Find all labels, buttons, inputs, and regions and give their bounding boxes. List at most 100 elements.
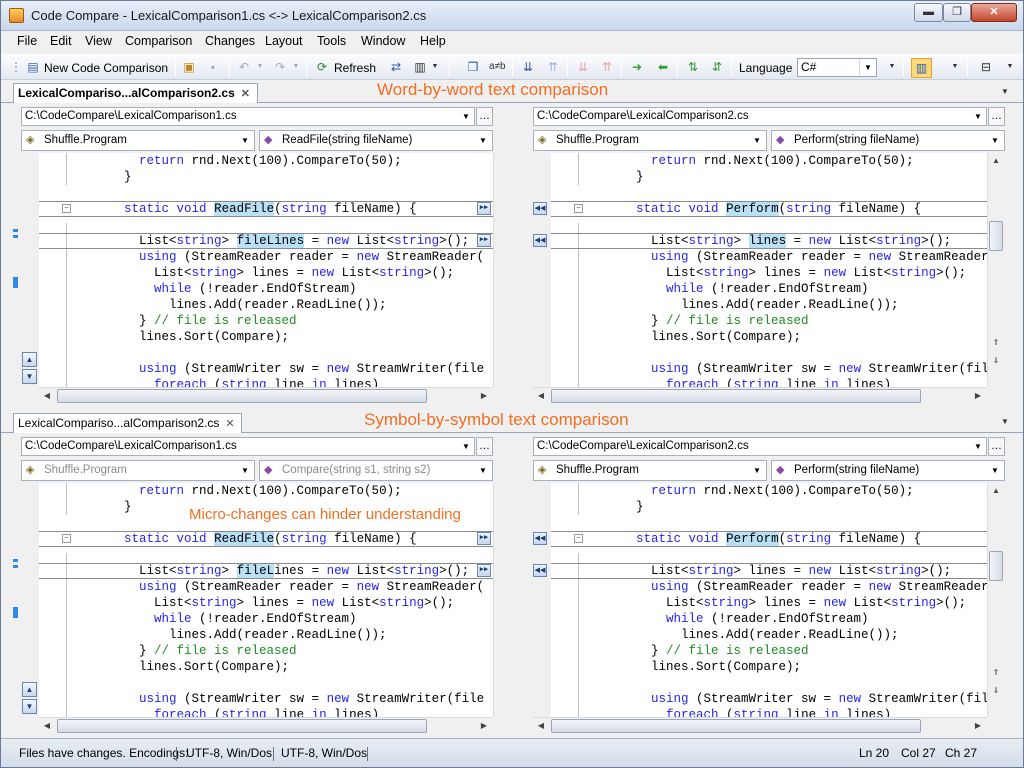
report-icon[interactable]: ▥ bbox=[413, 60, 427, 74]
swap-icon[interactable]: ⇄ bbox=[389, 60, 403, 74]
scroll-thumb[interactable] bbox=[57, 389, 427, 403]
right-code-editor[interactable]: − return rnd.Next(100).CompareTo(50); } … bbox=[551, 153, 987, 387]
scroll-left-icon[interactable]: ◀ bbox=[533, 388, 549, 404]
right-file-path[interactable]: C:\CodeCompare\LexicalComparison2.cs ▼ bbox=[533, 437, 987, 456]
tab-comparison[interactable]: LexicalCompariso...alComparison2.cs ✕ bbox=[13, 413, 243, 434]
next-conflict-icon[interactable]: ⇊ bbox=[576, 60, 590, 74]
chevron-down-icon[interactable]: ▼ bbox=[476, 131, 490, 150]
left-horizontal-scrollbar[interactable]: ◀ ▶ bbox=[39, 387, 493, 404]
tab-list-chevron-icon[interactable]: ▼ bbox=[1001, 87, 1009, 96]
right-file-path[interactable]: C:\CodeCompare\LexicalComparison2.cs ▼ bbox=[533, 107, 987, 126]
fold-toggle-icon[interactable]: − bbox=[62, 534, 71, 543]
right-horizontal-scrollbar[interactable]: ◀ ▶ bbox=[533, 717, 987, 734]
chevron-down-icon[interactable]: ▼ bbox=[971, 108, 985, 125]
browse-left-button[interactable]: … bbox=[476, 107, 493, 126]
minimize-button[interactable]: ▬ bbox=[914, 3, 943, 22]
close-button[interactable]: ✕ bbox=[971, 3, 1017, 22]
menu-edit[interactable]: Edit bbox=[50, 34, 72, 48]
maximize-button[interactable]: ❐ bbox=[943, 3, 971, 22]
copy-to-left-icon[interactable]: ◀◀ bbox=[533, 234, 547, 247]
scroll-left-icon[interactable]: ◀ bbox=[39, 718, 55, 734]
copy-to-right-icon[interactable]: ▶▶ bbox=[477, 532, 491, 545]
close-icon[interactable]: ✕ bbox=[225, 415, 237, 434]
left-file-path[interactable]: C:\CodeCompare\LexicalComparison1.cs ▼ bbox=[21, 107, 475, 126]
next-diff-icon[interactable]: ⇓ bbox=[988, 683, 1004, 699]
chevron-down-icon[interactable]: ▼ bbox=[459, 108, 473, 125]
left-class-combo[interactable]: ◈ Shuffle.Program ▼ bbox=[21, 460, 255, 481]
copy-icon[interactable]: ❐ bbox=[466, 60, 480, 74]
menu-changes[interactable]: Changes bbox=[205, 34, 255, 48]
scroll-thumb[interactable] bbox=[57, 719, 427, 733]
tab-list-chevron-icon[interactable]: ▼ bbox=[1001, 417, 1009, 426]
side-by-side-layout-icon[interactable]: ▥ bbox=[911, 58, 932, 78]
refresh-button[interactable]: Refresh bbox=[334, 59, 376, 77]
right-vertical-scrollbar[interactable]: ▲ ⇑ ⇓ bbox=[987, 483, 1004, 717]
menu-file[interactable]: File bbox=[17, 34, 37, 48]
ignore-case-icon[interactable]: a≠b bbox=[489, 60, 506, 74]
previous-conflict-icon[interactable]: ⇈ bbox=[600, 60, 614, 74]
copy-to-left-icon[interactable]: ◀◀ bbox=[533, 202, 547, 215]
scroll-up-icon[interactable]: ▲ bbox=[988, 483, 1004, 499]
right-method-combo[interactable]: ◆ Perform(string fileName) ▼ bbox=[771, 460, 1005, 481]
toolbar-overflow-icon[interactable]: ▼ bbox=[885, 60, 899, 74]
copy-to-left-icon[interactable]: ◀◀ bbox=[533, 564, 547, 577]
browse-left-button[interactable]: … bbox=[476, 437, 493, 456]
browse-right-button[interactable]: … bbox=[988, 437, 1005, 456]
open-folder-icon[interactable]: ▣ bbox=[182, 60, 196, 74]
scroll-right-icon[interactable]: ▶ bbox=[476, 388, 492, 404]
right-code-editor[interactable]: − return rnd.Next(100).CompareTo(50); } … bbox=[551, 483, 987, 717]
copy-all-left-icon[interactable]: ⇵ bbox=[710, 60, 724, 74]
prev-diff-icon[interactable]: ⇑ bbox=[988, 665, 1004, 681]
menu-comparison[interactable]: Comparison bbox=[125, 34, 192, 48]
prev-diff-icon[interactable]: ⇑ bbox=[988, 335, 1004, 351]
scroll-left-icon[interactable]: ◀ bbox=[39, 388, 55, 404]
menu-tools[interactable]: Tools bbox=[317, 34, 346, 48]
chevron-down-icon[interactable]: ▼ bbox=[238, 131, 252, 150]
scroll-right-icon[interactable]: ▶ bbox=[970, 718, 986, 734]
redo-icon[interactable]: ↷ bbox=[273, 60, 287, 74]
chevron-down-icon[interactable]: ▼ bbox=[971, 438, 985, 455]
right-horizontal-scrollbar[interactable]: ◀ ▶ bbox=[533, 387, 987, 404]
right-class-combo[interactable]: ◈ Shuffle.Program ▼ bbox=[533, 460, 767, 481]
scroll-thumb[interactable] bbox=[551, 719, 921, 733]
chevron-down-icon[interactable]: ▼ bbox=[238, 461, 252, 480]
chevron-down-icon[interactable]: ▼ bbox=[750, 131, 764, 150]
close-icon[interactable]: ✕ bbox=[241, 85, 253, 104]
scroll-thumb[interactable] bbox=[551, 389, 921, 403]
copy-right-icon[interactable]: ➜ bbox=[630, 60, 644, 74]
left-vertical-scrollbar[interactable] bbox=[493, 483, 510, 717]
menu-view[interactable]: View bbox=[85, 34, 112, 48]
difference-overview-bar[interactable] bbox=[1, 483, 23, 717]
next-diff-icon[interactable]: ⇓ bbox=[988, 353, 1004, 369]
left-file-path[interactable]: C:\CodeCompare\LexicalComparison1.cs ▼ bbox=[21, 437, 475, 456]
right-vertical-scrollbar[interactable]: ▲ ⇑ ⇓ bbox=[987, 153, 1004, 387]
copy-all-right-icon[interactable]: ⇅ bbox=[686, 60, 700, 74]
scroll-thumb[interactable] bbox=[989, 221, 1003, 251]
undo-icon[interactable]: ↶ bbox=[237, 60, 251, 74]
scroll-right-icon[interactable]: ▶ bbox=[476, 718, 492, 734]
right-method-combo[interactable]: ◆ Perform(string fileName) ▼ bbox=[771, 130, 1005, 151]
save-icon[interactable]: ▪ bbox=[206, 60, 220, 74]
previous-change-icon[interactable]: ▲ bbox=[22, 352, 37, 367]
previous-difference-icon[interactable]: ⇈ bbox=[546, 60, 560, 74]
scroll-right-icon[interactable]: ▶ bbox=[970, 388, 986, 404]
report-dropdown-icon[interactable]: ▼ bbox=[428, 60, 442, 74]
fold-toggle-icon[interactable]: − bbox=[574, 204, 583, 213]
fold-toggle-icon[interactable]: − bbox=[62, 204, 71, 213]
next-change-icon[interactable]: ▼ bbox=[22, 369, 37, 384]
chevron-down-icon[interactable]: ▼ bbox=[988, 461, 1002, 480]
right-class-combo[interactable]: ◈ Shuffle.Program ▼ bbox=[533, 130, 767, 151]
copy-to-right-icon[interactable]: ▶▶ bbox=[477, 202, 491, 215]
menu-window[interactable]: Window bbox=[361, 34, 405, 48]
previous-change-icon[interactable]: ▲ bbox=[22, 682, 37, 697]
left-vertical-scrollbar[interactable] bbox=[493, 153, 510, 387]
next-change-icon[interactable]: ▼ bbox=[22, 699, 37, 714]
scroll-left-icon[interactable]: ◀ bbox=[533, 718, 549, 734]
menu-help[interactable]: Help bbox=[420, 34, 446, 48]
copy-left-icon[interactable]: ⬅ bbox=[656, 60, 670, 74]
scroll-thumb[interactable] bbox=[989, 551, 1003, 581]
window-layout-icon[interactable]: ⊟ bbox=[979, 60, 993, 74]
copy-to-left-icon[interactable]: ◀◀ bbox=[533, 532, 547, 545]
difference-overview-bar[interactable] bbox=[1, 153, 23, 387]
toolbar-more-icon[interactable]: ▼ bbox=[1003, 60, 1017, 74]
